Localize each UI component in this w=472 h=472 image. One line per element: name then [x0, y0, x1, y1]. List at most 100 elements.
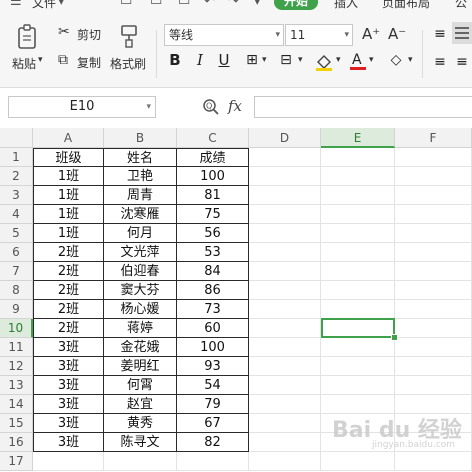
align-center-icon[interactable]: [452, 22, 472, 44]
zoom-search-icon[interactable]: Q: [202, 98, 220, 120]
cell-name[interactable]: 黄秀: [104, 414, 177, 433]
paste-button[interactable]: 粘贴: [12, 55, 36, 72]
row-header-13[interactable]: 13: [0, 376, 33, 395]
cell[interactable]: [249, 338, 321, 357]
cell-name[interactable]: 姜明红: [104, 357, 177, 376]
cell-class[interactable]: 1班: [33, 167, 104, 186]
cell[interactable]: [321, 148, 395, 167]
hamburger-icon[interactable]: ☰: [10, 0, 22, 8]
cell[interactable]: [321, 281, 395, 300]
cell-score[interactable]: 75: [177, 205, 249, 224]
cell[interactable]: [249, 357, 321, 376]
paste-icon[interactable]: [16, 24, 40, 54]
cut-button[interactable]: 剪切: [77, 26, 101, 43]
cell-name[interactable]: 何霄: [104, 376, 177, 395]
menu-file[interactable]: 文件: [32, 0, 56, 9]
cell[interactable]: [395, 357, 472, 376]
cell[interactable]: [395, 300, 472, 319]
cell[interactable]: [249, 243, 321, 262]
row-header-6[interactable]: 6: [0, 243, 33, 262]
cell[interactable]: [249, 262, 321, 281]
cell[interactable]: [321, 167, 395, 186]
cell-name[interactable]: 赵宜: [104, 395, 177, 414]
cell-name[interactable]: 沈寒雁: [104, 205, 177, 224]
cell[interactable]: [395, 167, 472, 186]
cell[interactable]: [395, 452, 472, 471]
cell[interactable]: [321, 262, 395, 281]
save-icon[interactable]: ▭: [150, 0, 162, 8]
cell[interactable]: [321, 243, 395, 262]
cell-score[interactable]: 56: [177, 224, 249, 243]
cell[interactable]: [321, 338, 395, 357]
cell-class[interactable]: 3班: [33, 414, 104, 433]
cell[interactable]: [321, 452, 395, 471]
cell-name[interactable]: 卫艳: [104, 167, 177, 186]
undo-icon[interactable]: ↶: [204, 0, 215, 8]
chevron-down-icon[interactable]: ▾: [369, 55, 374, 65]
cell-class[interactable]: 1班: [33, 205, 104, 224]
cell-score[interactable]: 100: [177, 338, 249, 357]
cell[interactable]: [321, 205, 395, 224]
column-header-d[interactable]: D: [249, 128, 321, 148]
cell-name[interactable]: 窦大芬: [104, 281, 177, 300]
decrease-font-icon[interactable]: A⁻: [388, 25, 406, 43]
row-header-12[interactable]: 12: [0, 357, 33, 376]
fill-handle[interactable]: [391, 334, 398, 341]
chevron-down-icon[interactable]: ▾: [408, 55, 413, 65]
header-cell-score[interactable]: 成绩: [177, 148, 249, 167]
cell[interactable]: [321, 376, 395, 395]
chevron-down-icon[interactable]: ▾: [262, 55, 267, 65]
column-header-e[interactable]: E: [321, 128, 395, 148]
cell[interactable]: [321, 300, 395, 319]
cell[interactable]: [321, 224, 395, 243]
cell-score[interactable]: 82: [177, 433, 249, 452]
row-header-7[interactable]: 7: [0, 262, 33, 281]
row-header-8[interactable]: 8: [0, 281, 33, 300]
cell-class[interactable]: 3班: [33, 433, 104, 452]
redo-icon[interactable]: ↷: [228, 0, 239, 8]
cell-name[interactable]: 伯迎春: [104, 262, 177, 281]
cell[interactable]: [395, 148, 472, 167]
row-header-16[interactable]: 16: [0, 433, 33, 452]
cell[interactable]: [33, 452, 104, 471]
cell[interactable]: [249, 167, 321, 186]
borders-icon[interactable]: ⊞: [242, 50, 262, 70]
cell[interactable]: [249, 319, 321, 338]
cell-class[interactable]: 2班: [33, 300, 104, 319]
print-icon[interactable]: ▭: [178, 0, 190, 8]
cell[interactable]: [395, 281, 472, 300]
cell[interactable]: [249, 414, 321, 433]
cell-name[interactable]: 周青: [104, 186, 177, 205]
dropdown-icon[interactable]: ▾: [58, 0, 65, 8]
cell-name[interactable]: 文光萍: [104, 243, 177, 262]
cell-score[interactable]: 100: [177, 167, 249, 186]
tab-page-layout[interactable]: 页面布局: [382, 0, 430, 9]
qat-dropdown-icon[interactable]: ▾: [254, 0, 261, 8]
cell-score[interactable]: 67: [177, 414, 249, 433]
cell[interactable]: [395, 205, 472, 224]
header-cell-name[interactable]: 姓名: [104, 148, 177, 167]
tab-formulas[interactable]: 公: [455, 0, 467, 9]
cell-class[interactable]: 2班: [33, 262, 104, 281]
font-size-combo[interactable]: 11 ▾: [285, 24, 353, 46]
cell-class[interactable]: 2班: [33, 281, 104, 300]
cell-class[interactable]: 1班: [33, 186, 104, 205]
row-header-4[interactable]: 4: [0, 205, 33, 224]
column-header-b[interactable]: B: [104, 128, 177, 148]
row-header-10[interactable]: 10: [0, 319, 33, 338]
underline-button[interactable]: U: [214, 50, 234, 70]
cell[interactable]: [249, 433, 321, 452]
cut-icon[interactable]: ✂: [58, 24, 70, 40]
cell-class[interactable]: 3班: [33, 338, 104, 357]
cell-score[interactable]: 73: [177, 300, 249, 319]
name-box[interactable]: E10 ▾: [8, 96, 156, 118]
cell[interactable]: [249, 300, 321, 319]
cell-score[interactable]: 84: [177, 262, 249, 281]
cell[interactable]: [249, 395, 321, 414]
cell[interactable]: [395, 376, 472, 395]
cell[interactable]: [249, 281, 321, 300]
row-header-14[interactable]: 14: [0, 395, 33, 414]
cell-name[interactable]: 何月: [104, 224, 177, 243]
format-painter-button[interactable]: 格式刷: [110, 55, 146, 72]
row-header-15[interactable]: 15: [0, 414, 33, 433]
